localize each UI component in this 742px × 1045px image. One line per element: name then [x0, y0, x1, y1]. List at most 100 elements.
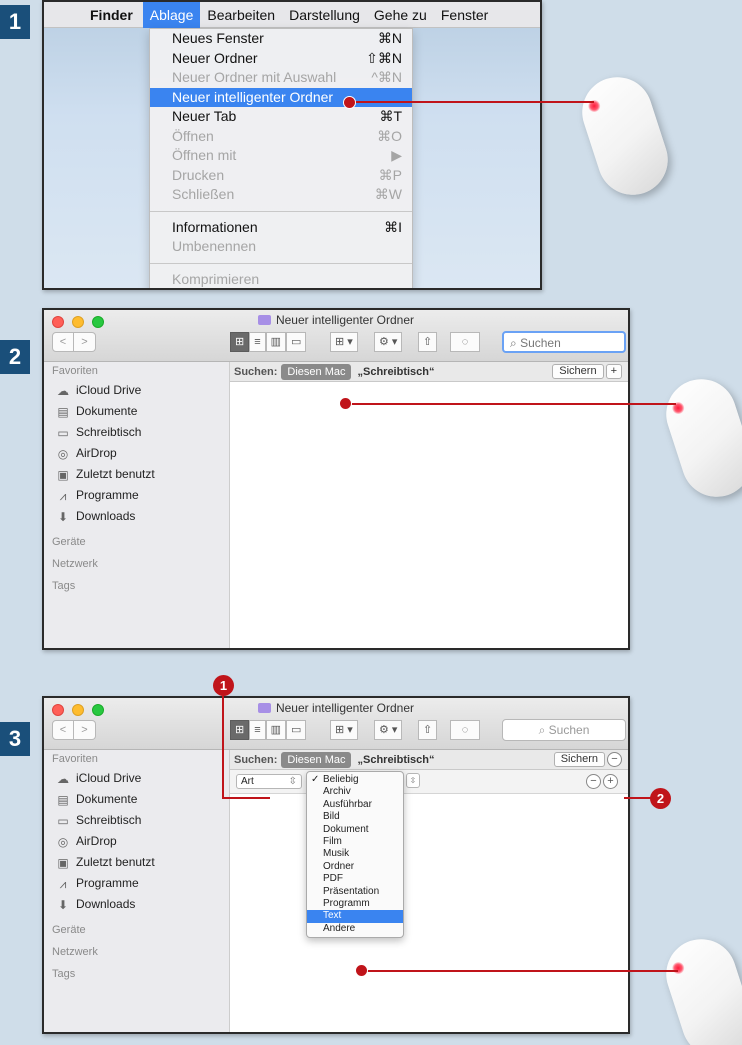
- kind-option-8[interactable]: PDF: [307, 873, 403, 885]
- gear-icon[interactable]: ⚙ ▾: [374, 720, 403, 740]
- kind-option-6[interactable]: Musik: [307, 848, 403, 860]
- kind-option-4[interactable]: Dokument: [307, 824, 403, 836]
- sidebar-item-dokumente[interactable]: ▤ Dokumente: [44, 789, 229, 810]
- kind-option-10[interactable]: Programm: [307, 898, 403, 910]
- sidebar-item-downloads[interactable]: ⬇ Downloads: [44, 894, 229, 915]
- sidebar-item-icloud-drive[interactable]: ☁ iCloud Drive: [44, 768, 229, 789]
- sidebar-item-downloads[interactable]: ⬇ Downloads: [44, 506, 229, 527]
- menu-darstellung[interactable]: Darstellung: [282, 2, 367, 28]
- tag-icon[interactable]: ◌: [450, 332, 480, 352]
- group-icon[interactable]: ⊞ ▾: [330, 720, 358, 740]
- select-arrows-icon[interactable]: ⇳: [406, 773, 420, 788]
- menu-separator: [150, 262, 412, 264]
- menu-item-8[interactable]: Schließen ⌘W: [150, 185, 412, 205]
- share-icon[interactable]: ⇧: [418, 332, 438, 352]
- favorites-list: ☁ iCloud Drive ▤ Dokumente ▭ Schreibtisch ◎ Air…: [44, 768, 229, 915]
- menu-item-7[interactable]: Drucken ⌘P: [150, 166, 412, 186]
- sidebar-item-programme[interactable]: ⩘ Programme: [44, 873, 229, 894]
- callout-line: [222, 797, 270, 799]
- kind-option-11[interactable]: Text: [307, 910, 403, 923]
- menu-fenster[interactable]: Fenster: [434, 2, 495, 28]
- callout-dot: [339, 397, 352, 410]
- download-icon: ⬇: [57, 897, 69, 912]
- search-input[interactable]: ⌕ Suchen: [502, 719, 626, 741]
- criteria-row: Art⇳ is ⇳ − + BeliebigArchivAusführbarBi…: [230, 770, 628, 939]
- cloud-icon: ☁: [57, 383, 69, 398]
- sidebar-item-airdrop[interactable]: ◎ AirDrop: [44, 831, 229, 852]
- menu-item-3[interactable]: Neuer intelligenter Ordner: [150, 87, 412, 107]
- back-button[interactable]: <: [52, 720, 74, 740]
- scope-location[interactable]: „Schreibtisch“: [357, 366, 434, 378]
- save-button[interactable]: Sichern: [553, 752, 605, 767]
- sidebar-item-schreibtisch[interactable]: ▭ Schreibtisch: [44, 422, 229, 443]
- sidebar-item-schreibtisch[interactable]: ▭ Schreibtisch: [44, 810, 229, 831]
- scope-this-mac-button[interactable]: Diesen Mac: [281, 363, 352, 380]
- kind-option-0[interactable]: Beliebig: [307, 774, 403, 787]
- attribute-select[interactable]: Art ⇳: [236, 774, 302, 789]
- column-view-icon[interactable]: ▥: [265, 332, 287, 352]
- sidebar-item-icloud-drive[interactable]: ☁ iCloud Drive: [44, 380, 229, 401]
- sidebar-item-zuletzt-benutzt[interactable]: ▣ Zuletzt benutzt: [44, 464, 229, 485]
- gallery-view-icon[interactable]: ▭: [286, 332, 307, 352]
- sidebar-item-label: Dokumente: [76, 404, 138, 418]
- column-view-icon[interactable]: ▥: [265, 720, 287, 740]
- sidebar-item-dokumente[interactable]: ▤ Dokumente: [44, 401, 229, 422]
- scope-bar: Suchen: Diesen Mac „Schreibtisch“ Sicher…: [230, 750, 628, 770]
- menu-item-shortcut: ▶: [391, 147, 402, 163]
- menu-item-shortcut: ⌘N: [377, 30, 402, 46]
- tag-icon[interactable]: ◌: [450, 720, 480, 740]
- add-criteria-button[interactable]: +: [605, 364, 622, 379]
- kind-option-7[interactable]: Ordner: [307, 861, 403, 873]
- icon-view-icon[interactable]: ⊞: [230, 720, 250, 740]
- list-view-icon[interactable]: ≡: [249, 332, 266, 352]
- scope-location[interactable]: „Schreibtisch“: [357, 754, 434, 766]
- menu-item-11[interactable]: Komprimieren: [150, 270, 412, 289]
- menu-item-label: Umbenennen: [172, 238, 257, 254]
- callout-line: [350, 101, 594, 103]
- menu-item-4[interactable]: Neuer Tab ⌘T: [150, 107, 412, 127]
- sidebar-item-label: Zuletzt benutzt: [76, 467, 155, 481]
- icon-view-icon[interactable]: ⊞: [230, 332, 250, 352]
- menu-item-label: Neuer intelligenter Ordner: [172, 88, 334, 105]
- gallery-view-icon[interactable]: ▭: [286, 720, 307, 740]
- menu-item-6[interactable]: Öffnen mit ▶: [150, 146, 412, 166]
- window-title: Neuer intelligenter Ordner: [44, 701, 628, 715]
- scope-this-mac-button[interactable]: Diesen Mac: [281, 751, 352, 768]
- menu-item-label: Komprimieren: [172, 270, 260, 287]
- kind-option-5[interactable]: Film: [307, 836, 403, 848]
- remove-rule-button[interactable]: −: [586, 774, 601, 789]
- list-view-icon[interactable]: ≡: [249, 720, 266, 740]
- kind-option-12[interactable]: Andere: [307, 923, 403, 935]
- menu-item-9[interactable]: Informationen ⌘I: [150, 218, 412, 238]
- sidebar-item-label: iCloud Drive: [76, 771, 142, 785]
- kind-option-2[interactable]: Ausführbar: [307, 799, 403, 811]
- title-bar: Neuer intelligenter Ordner < > ⊞ ≡ ▥ ▭ ⊞…: [44, 698, 628, 750]
- menu-finder[interactable]: Finder: [84, 2, 143, 28]
- share-icon[interactable]: ⇧: [418, 720, 438, 740]
- kind-option-1[interactable]: Archiv: [307, 786, 403, 798]
- menu-item-2[interactable]: Neuer Ordner mit Auswahl ^⌘N: [150, 68, 412, 88]
- back-button[interactable]: <: [52, 332, 74, 352]
- group-icon[interactable]: ⊞ ▾: [330, 332, 358, 352]
- menu-ablage[interactable]: Ablage: [142, 2, 201, 28]
- menu-gehe-zu[interactable]: Gehe zu: [367, 2, 434, 28]
- menu-item-5[interactable]: Öffnen ⌘O: [150, 127, 412, 147]
- forward-button[interactable]: >: [74, 332, 96, 352]
- menu-item-10[interactable]: Umbenennen: [150, 237, 412, 257]
- remove-criteria-button[interactable]: −: [607, 752, 622, 767]
- sidebar-item-zuletzt-benutzt[interactable]: ▣ Zuletzt benutzt: [44, 852, 229, 873]
- sidebar-item-airdrop[interactable]: ◎ AirDrop: [44, 443, 229, 464]
- menu-bearbeiten[interactable]: Bearbeiten: [200, 2, 282, 28]
- sidebar-item-programme[interactable]: ⩘ Programme: [44, 485, 229, 506]
- network-header: Netzwerk: [52, 946, 98, 958]
- kind-option-9[interactable]: Präsentation: [307, 886, 403, 898]
- menu-item-0[interactable]: Neues Fenster ⌘N: [150, 29, 412, 49]
- forward-button[interactable]: >: [74, 720, 96, 740]
- gear-icon[interactable]: ⚙ ▾: [374, 332, 403, 352]
- search-input[interactable]: ⌕ Suchen: [502, 331, 626, 353]
- kind-option-3[interactable]: Bild: [307, 811, 403, 823]
- add-rule-button[interactable]: +: [603, 774, 618, 789]
- menu-item-1[interactable]: Neuer Ordner ⇧⌘N: [150, 49, 412, 69]
- save-button[interactable]: Sichern: [552, 364, 604, 379]
- apps-icon: ⩘: [59, 876, 67, 891]
